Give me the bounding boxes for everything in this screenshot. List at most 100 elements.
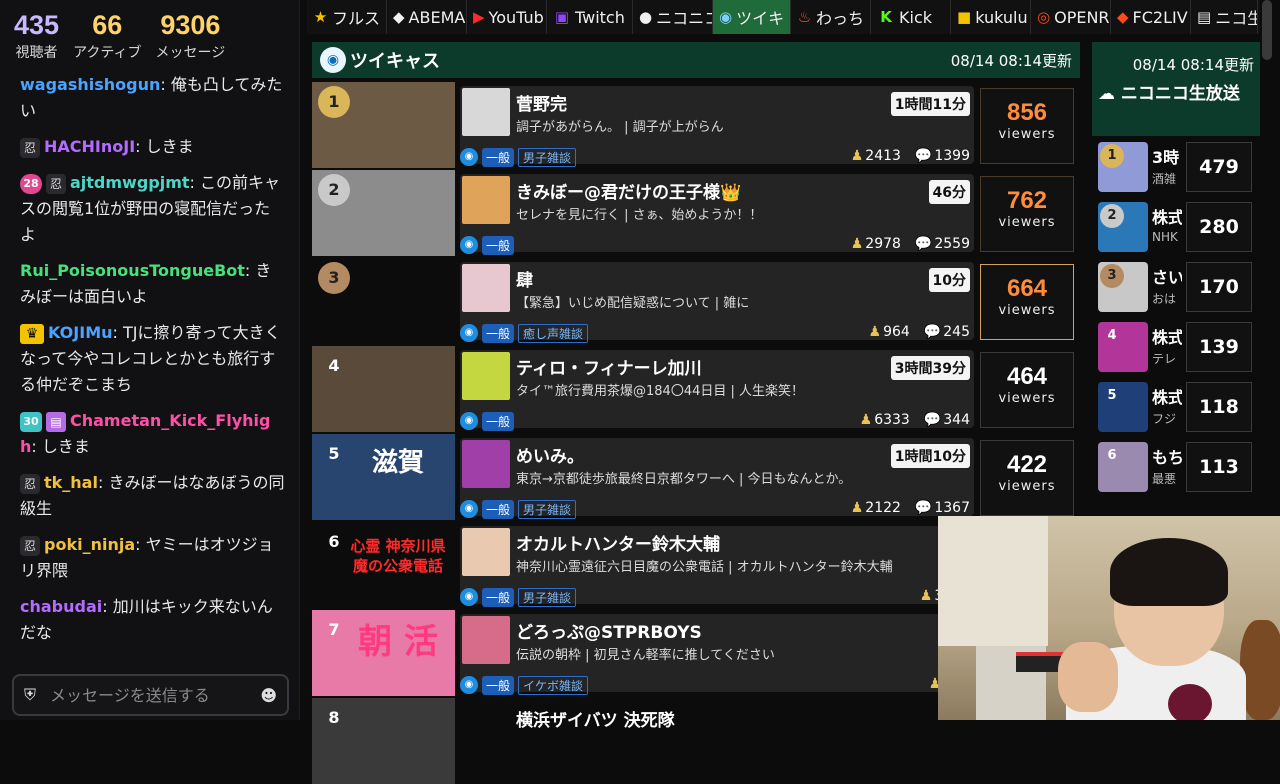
viewer-box[interactable]: 664 viewers <box>980 264 1074 340</box>
category-badge[interactable]: 一般 <box>482 323 515 343</box>
niconico-thumbnail[interactable]: 6 <box>1098 442 1148 492</box>
stream-card[interactable]: 菅野完 調子があがらん。 | 調子が上がらん 1時間11分 ◉ 一般 男子雑談 ♟ 2413 💬… <box>460 86 974 167</box>
stream-row[interactable]: 5 滋賀 めいみ。 東京→京都徒歩旅最終日京都タワーへ | 今日もなんとか。 1時間10… <box>312 434 1080 520</box>
stream-thumbnail[interactable]: 4 <box>312 346 455 432</box>
chat-username[interactable]: ajtdmwgpjmt <box>70 173 190 192</box>
genre-tag[interactable]: 男子雑談 <box>518 147 577 167</box>
streamer-name[interactable]: きみぼー@君だけの王子様👑 <box>516 178 741 203</box>
avatar[interactable] <box>462 440 510 488</box>
niconico-title[interactable]: 株式 <box>1152 384 1182 408</box>
niconico-row[interactable]: 6 もち 最悪 113 <box>1098 442 1260 496</box>
streamer-name[interactable]: 肆 <box>516 266 533 291</box>
stream-thumbnail[interactable]: 5 滋賀 <box>312 434 455 520</box>
stream-thumbnail[interactable]: 2 <box>312 170 455 256</box>
category-badge[interactable]: 一般 <box>482 411 515 431</box>
tab-furusu[interactable]: ★ フルス <box>307 0 387 34</box>
tab-kukulu[interactable]: ■ kukulu <box>951 0 1031 34</box>
stream-card[interactable]: めいみ。 東京→京都徒歩旅最終日京都タワーへ | 今日もなんとか。 1時間10分 ◉ 一… <box>460 438 974 519</box>
niconico-row[interactable]: 3 さい おは 170 <box>1098 262 1260 316</box>
tab-abema[interactable]: ◆ ABEMA <box>387 0 467 34</box>
tab-niconico[interactable]: ●ニコニコ生 <box>633 0 713 34</box>
tab-youtube[interactable]: ▶ YouTub <box>467 0 547 34</box>
category-badge[interactable]: 一般 <box>482 499 515 519</box>
tab-wacchi[interactable]: ♨ わっち <box>791 0 871 34</box>
stream-thumbnail[interactable]: 8 <box>312 698 455 784</box>
stream-thumbnail[interactable]: 7 朝 活 <box>312 610 455 696</box>
tab-fc2live[interactable]: ◆ FC2LIV <box>1111 0 1191 34</box>
category-badge[interactable]: 一般 <box>482 587 515 607</box>
chat-message-list[interactable]: wagashishogun: 俺も凸してみたい 忍 HACHInoJI: しきま … <box>0 72 299 670</box>
niconico-row[interactable]: 2 株式 NHK 280 <box>1098 202 1260 256</box>
chat-message-input[interactable] <box>50 685 261 705</box>
avatar[interactable] <box>462 528 510 576</box>
stream-counts: ♟ 6333 💬 344 <box>860 412 970 428</box>
niconico-title[interactable]: 株式 <box>1152 324 1182 348</box>
chat-username[interactable]: wagashishogun <box>20 75 160 94</box>
tab-twitcasting[interactable]: ◉ ツイキ <box>713 0 791 34</box>
avatar[interactable] <box>462 176 510 224</box>
stream-card[interactable]: どろっぷ@STPRBOYS 伝説の朝枠 | 初見さん軽率に推してください ◉ 一般 イケ… <box>460 614 974 695</box>
genre-tag[interactable]: 男子雑談 <box>518 587 577 607</box>
viewer-box[interactable]: 762 viewers <box>980 176 1074 252</box>
genre-tag[interactable]: イケボ雑談 <box>518 675 589 695</box>
tab-twitch[interactable]: ▣ Twitch <box>547 0 633 34</box>
category-badge[interactable]: 一般 <box>482 235 515 255</box>
niconico-title[interactable]: もち <box>1152 444 1182 468</box>
tab-niconico-official[interactable]: ▤ニコ生公 <box>1191 0 1258 34</box>
chat-input-box[interactable]: ⛨ ☻ <box>12 674 289 716</box>
streamer-name[interactable]: ティロ・フィナーレ加川 <box>516 354 702 379</box>
stream-row[interactable]: 2 きみぼー@君だけの王子様👑 セレナを見に行く | さぁ、始めようか！！ 46分 ◉ 一… <box>312 170 1080 256</box>
niconico-row[interactable]: 4 株式 テレ 139 <box>1098 322 1260 376</box>
avatar[interactable] <box>462 88 510 136</box>
avatar[interactable] <box>462 352 510 400</box>
stream-row[interactable]: 3 肆【緊急】いじめ配信疑惑について | 雑に 10分 ◉ 一般 癒し声雑談 ♟ 964 💬 24… <box>312 258 1080 344</box>
streamer-name[interactable]: 菅野完 <box>516 90 567 115</box>
chat-username[interactable]: Rui_PoisonousTongueBot <box>20 261 245 280</box>
chat-username[interactable]: KOJIMu <box>48 323 113 342</box>
stream-row[interactable]: 4 ティロ・フィナーレ加川 タイ™旅行費用茶爆@184〇44日目 | 人生楽笑！ 3時… <box>312 346 1080 432</box>
stream-card[interactable]: きみぼー@君だけの王子様👑 セレナを見に行く | さぁ、始めようか！！ 46分 ◉ 一般… <box>460 174 974 255</box>
niconico-thumbnail[interactable]: 2 <box>1098 202 1148 252</box>
niconico-thumbnail[interactable]: 3 <box>1098 262 1148 312</box>
genre-tag[interactable]: 男子雑談 <box>518 499 577 519</box>
tab-openrec[interactable]: ◎ OPENR <box>1031 0 1111 34</box>
streamer-name[interactable]: オカルトハンター鈴木大輔 <box>516 530 720 555</box>
viewer-box[interactable]: 464 viewers <box>980 352 1074 428</box>
niconico-title[interactable]: さい <box>1152 264 1182 288</box>
niconico-thumbnail[interactable]: 5 <box>1098 382 1148 432</box>
tab-kick[interactable]: K Kick <box>871 0 951 34</box>
niconico-thumbnail[interactable]: 4 <box>1098 322 1148 372</box>
emoji-icon[interactable]: ☻ <box>260 686 277 705</box>
tab-label: わっち <box>815 9 864 28</box>
stream-card[interactable]: オカルトハンター鈴木大輔 神奈川心霊遠征六日目魔の公衆電話 | オカルトハンター鈴… <box>460 526 974 607</box>
stream-thumbnail[interactable]: 3 <box>312 258 455 344</box>
stream-thumbnail[interactable]: 1 <box>312 82 455 168</box>
chat-username[interactable]: HACHInoJI <box>44 137 135 156</box>
streamer-name[interactable]: どろっぷ@STPRBOYS <box>516 618 702 643</box>
avatar[interactable] <box>462 616 510 664</box>
stream-card[interactable]: ティロ・フィナーレ加川 タイ™旅行費用茶爆@184〇44日目 | 人生楽笑！ 3時間… <box>460 350 974 431</box>
chat-username[interactable]: chabudai <box>20 597 102 616</box>
category-badge[interactable]: 一般 <box>482 147 515 167</box>
streamer-name[interactable]: めいみ。 <box>516 442 584 467</box>
niconico-title[interactable]: 株式 <box>1152 204 1182 228</box>
page-scrollbar[interactable] <box>1262 0 1272 60</box>
category-badge[interactable]: 一般 <box>482 675 515 695</box>
viewer-box[interactable]: 856 viewers <box>980 88 1074 164</box>
shield-icon[interactable]: ⛨ <box>24 685 36 705</box>
chat-username[interactable]: poki_ninja <box>44 535 135 554</box>
viewer-box[interactable]: 422 viewers <box>980 440 1074 516</box>
stream-duration: 10分 <box>928 268 970 292</box>
stream-card[interactable]: 肆【緊急】いじめ配信疑惑について | 雑に 10分 ◉ 一般 癒し声雑談 ♟ 964 💬 245 <box>460 262 974 343</box>
stream-thumbnail[interactable]: 6 心霊 神奈川県 魔の公衆電話 <box>312 522 455 608</box>
avatar[interactable] <box>462 264 510 312</box>
niconico-title[interactable]: 3時 <box>1152 144 1182 168</box>
stream-row[interactable]: 1 菅野完 調子があがらん。 | 調子が上がらん 1時間11分 ◉ 一般 男子雑談 ♟ 2413… <box>312 82 1080 168</box>
streamer-name[interactable]: 横浜ザイバツ 決死隊 <box>516 706 675 731</box>
niconico-row[interactable]: 1 3時 酒雑 479 <box>1098 142 1260 196</box>
niconico-thumbnail[interactable]: 1 <box>1098 142 1148 192</box>
niconico-row[interactable]: 5 株式 フジ 118 <box>1098 382 1260 436</box>
rank-badge: 5 <box>328 444 340 463</box>
genre-tag[interactable]: 癒し声雑談 <box>518 323 589 343</box>
chat-username[interactable]: tk_hal <box>44 473 98 492</box>
